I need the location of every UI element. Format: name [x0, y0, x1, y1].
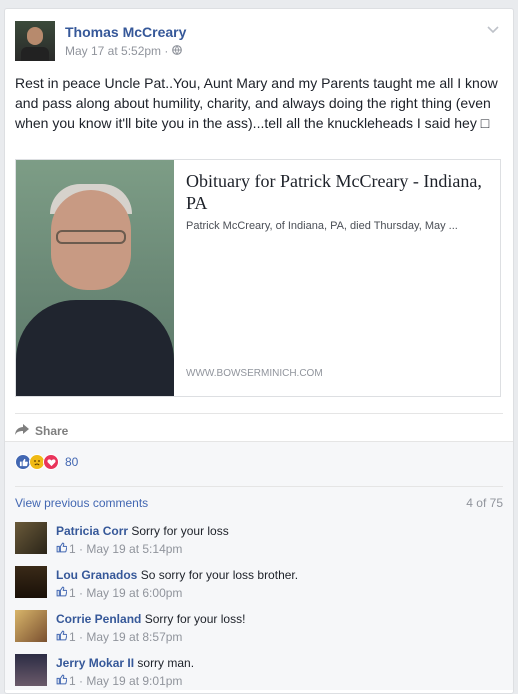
reaction-count[interactable]: 80: [65, 455, 78, 469]
comment-meta: 1 · May 19 at 5:14pm: [56, 542, 182, 556]
comment-line: Lou Granados So sorry for your loss brot…: [56, 568, 298, 582]
comment-meta: 1 · May 19 at 6:00pm: [56, 586, 182, 600]
comment-line: Jerry Mokar II sorry man.: [56, 656, 194, 670]
commenter-name[interactable]: Corrie Penland: [56, 612, 141, 626]
comment-count: 4 of 75: [466, 496, 503, 510]
comment-like-count: 1: [69, 674, 76, 688]
share-icon: [15, 424, 29, 438]
author-avatar[interactable]: [15, 21, 55, 61]
link-description: Patrick McCreary, of Indiana, PA, died T…: [186, 220, 458, 232]
thumbs-up-icon[interactable]: [56, 542, 68, 556]
post-timestamp[interactable]: May 17 at 5:52pm: [65, 44, 161, 58]
comment-text: Sorry for your loss!: [144, 612, 246, 626]
comment-text: sorry man.: [137, 656, 195, 670]
comment-like-count: 1: [69, 542, 76, 556]
commenter-avatar[interactable]: [15, 610, 47, 642]
post-card: Thomas McCreary May 17 at 5:52pm · Rest …: [4, 8, 514, 694]
share-label: Share: [35, 424, 69, 438]
avatar-head: [27, 27, 43, 45]
comment-like-count: 1: [69, 630, 76, 644]
author-name[interactable]: Thomas McCreary: [65, 24, 186, 40]
photo-glasses: [56, 230, 126, 244]
post-meta: May 17 at 5:52pm ·: [65, 44, 182, 58]
post-text: Rest in peace Uncle Pat..You, Aunt Mary …: [15, 75, 498, 131]
comment-line: Patricia Corr Sorry for your loss: [56, 524, 229, 538]
commenter-name[interactable]: Lou Granados: [56, 568, 137, 582]
comment-item: Jerry Mokar II sorry man. 1 · May 19 at …: [15, 654, 505, 694]
comment-item: Lou Granados So sorry for your loss brot…: [15, 566, 505, 606]
globe-icon[interactable]: [171, 44, 182, 58]
commenter-name[interactable]: Patricia Corr: [56, 524, 128, 538]
comment-time[interactable]: May 19 at 9:01pm: [86, 674, 182, 688]
thumbs-up-icon[interactable]: [56, 586, 68, 600]
avatar-body: [21, 47, 49, 61]
photo-shirt: [16, 300, 174, 396]
reactions-and-comments: 80 View previous comments 4 of 75 Patric…: [5, 441, 513, 690]
link-domain: WWW.BOWSERMINICH.COM: [186, 368, 323, 379]
comment-item: Corrie Penland Sorry for your loss! 1 · …: [15, 610, 505, 650]
view-previous-comments-link[interactable]: View previous comments: [15, 496, 148, 510]
love-reaction-icon: [43, 454, 59, 470]
commenter-avatar[interactable]: [15, 566, 47, 598]
commenter-avatar[interactable]: [15, 522, 47, 554]
comment-time[interactable]: May 19 at 5:14pm: [86, 542, 182, 556]
link-preview-image[interactable]: [16, 160, 174, 396]
action-bar: Share: [15, 413, 503, 438]
comment-line: Corrie Penland Sorry for your loss!: [56, 612, 245, 626]
meta-separator: ·: [164, 44, 169, 58]
commenter-name[interactable]: Jerry Mokar II: [56, 656, 134, 670]
comment-like-count: 1: [69, 586, 76, 600]
thumbs-up-icon[interactable]: [56, 674, 68, 688]
link-preview[interactable]: Obituary for Patrick McCreary - Indiana,…: [15, 159, 501, 397]
commenter-avatar[interactable]: [15, 654, 47, 686]
comment-time[interactable]: May 19 at 6:00pm: [86, 586, 182, 600]
thumbs-up-icon[interactable]: [56, 630, 68, 644]
share-button[interactable]: Share: [15, 424, 68, 438]
post-header: Thomas McCreary May 17 at 5:52pm ·: [15, 21, 503, 65]
link-title[interactable]: Obituary for Patrick McCreary - Indiana,…: [186, 170, 486, 214]
comment-item: Patricia Corr Sorry for your loss 1 · Ma…: [15, 522, 505, 562]
comment-meta: 1 · May 19 at 9:01pm: [56, 674, 182, 688]
comment-text: So sorry for your loss brother.: [140, 568, 299, 582]
comment-text: Sorry for your loss: [131, 524, 229, 538]
comment-meta: 1 · May 19 at 8:57pm: [56, 630, 182, 644]
chevron-down-icon[interactable]: [487, 23, 499, 37]
divider: [15, 486, 503, 487]
comment-time[interactable]: May 19 at 8:57pm: [86, 630, 182, 644]
